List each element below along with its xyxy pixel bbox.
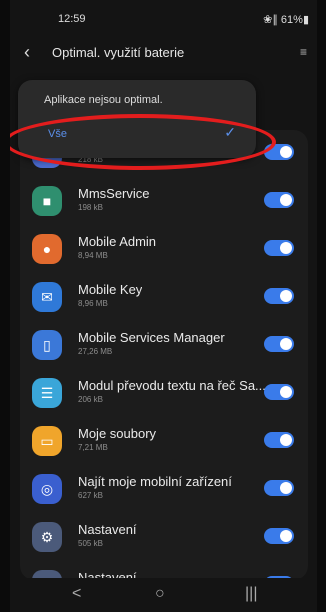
list-item: ▭ Moje soubory 7,21 MB — [20, 418, 308, 466]
app-icon: ▭ — [32, 426, 62, 456]
optimize-toggle[interactable] — [264, 240, 294, 256]
app-name: Mobile Services Manager — [78, 330, 225, 345]
optimize-toggle[interactable] — [264, 432, 294, 448]
optimize-toggle[interactable] — [264, 336, 294, 352]
list-item: ☰ Modul převodu textu na řeč Sa... 206 k… — [20, 370, 308, 418]
app-size: 27,26 MB — [78, 347, 113, 356]
app-icon: ■ — [32, 186, 62, 216]
app-name: MmsService — [78, 186, 150, 201]
nav-home-button[interactable]: ○ — [155, 585, 165, 603]
app-icon: ◎ — [32, 474, 62, 504]
status-time: 12:59 — [58, 13, 86, 25]
status-icons: ❀∥ 61%▮ — [263, 14, 309, 26]
app-name: Modul převodu textu na řeč Sa... — [78, 378, 266, 393]
app-size: 206 kB — [78, 395, 103, 404]
app-name: Mobile Admin — [78, 234, 157, 249]
app-size: 7,21 MB — [78, 443, 108, 452]
nav-recents-button[interactable]: ||| — [245, 585, 257, 603]
app-icon: ▯ — [32, 330, 62, 360]
app-name: Mobile Key — [78, 282, 143, 297]
list-item: ■ MmsService 198 kB — [20, 178, 308, 226]
app-size: 8,96 MB — [78, 299, 108, 308]
app-name: Nastavení — [78, 522, 137, 537]
list-item: ▯ Mobile Services Manager 27,26 MB — [20, 322, 308, 370]
app-name: Najít moje mobilní zařízení — [78, 474, 232, 489]
optimize-toggle[interactable] — [264, 528, 294, 544]
optimize-toggle[interactable] — [264, 192, 294, 208]
back-icon[interactable]: ‹ — [24, 42, 30, 63]
optimize-toggle[interactable] — [264, 480, 294, 496]
app-size: 627 kB — [78, 491, 103, 500]
sort-icon[interactable]: ≡ — [300, 45, 307, 59]
list-item: ✉ Mobile Key 8,96 MB — [20, 274, 308, 322]
app-icon: ● — [32, 234, 62, 264]
list-item: ● Mobile Admin 8,94 MB — [20, 226, 308, 274]
list-item: ⚙ Nastavení 505 kB — [20, 514, 308, 562]
app-size: 8,94 MB — [78, 251, 108, 260]
app-list: 218 kB ■ MmsService 198 kB ● Mobile Admi… — [20, 130, 308, 580]
app-bar: ‹ Optimal. využití baterie ≡ — [10, 36, 317, 72]
status-bar: 12:59 ❀∥ 61%▮ — [10, 0, 317, 28]
list-item: ◎ Najít moje mobilní zařízení 627 kB — [20, 466, 308, 514]
app-icon: ☰ — [32, 378, 62, 408]
app-size: 505 kB — [78, 539, 103, 548]
page-title: Optimal. využití baterie — [52, 45, 185, 60]
app-name: Moje soubory — [78, 426, 157, 441]
app-icon: ⚙ — [32, 522, 62, 552]
optimize-toggle[interactable] — [264, 288, 294, 304]
screen: 12:59 ❀∥ 61%▮ ‹ Optimal. využití baterie… — [10, 0, 317, 612]
highlight-annotation — [10, 114, 276, 170]
navigation-bar: < ○ ||| — [10, 578, 317, 612]
dropdown-option[interactable]: Aplikace nejsou optimal. — [44, 94, 163, 106]
app-size: 198 kB — [78, 203, 103, 212]
nav-back-button[interactable]: < — [72, 585, 81, 603]
optimize-toggle[interactable] — [264, 384, 294, 400]
app-icon: ✉ — [32, 282, 62, 312]
